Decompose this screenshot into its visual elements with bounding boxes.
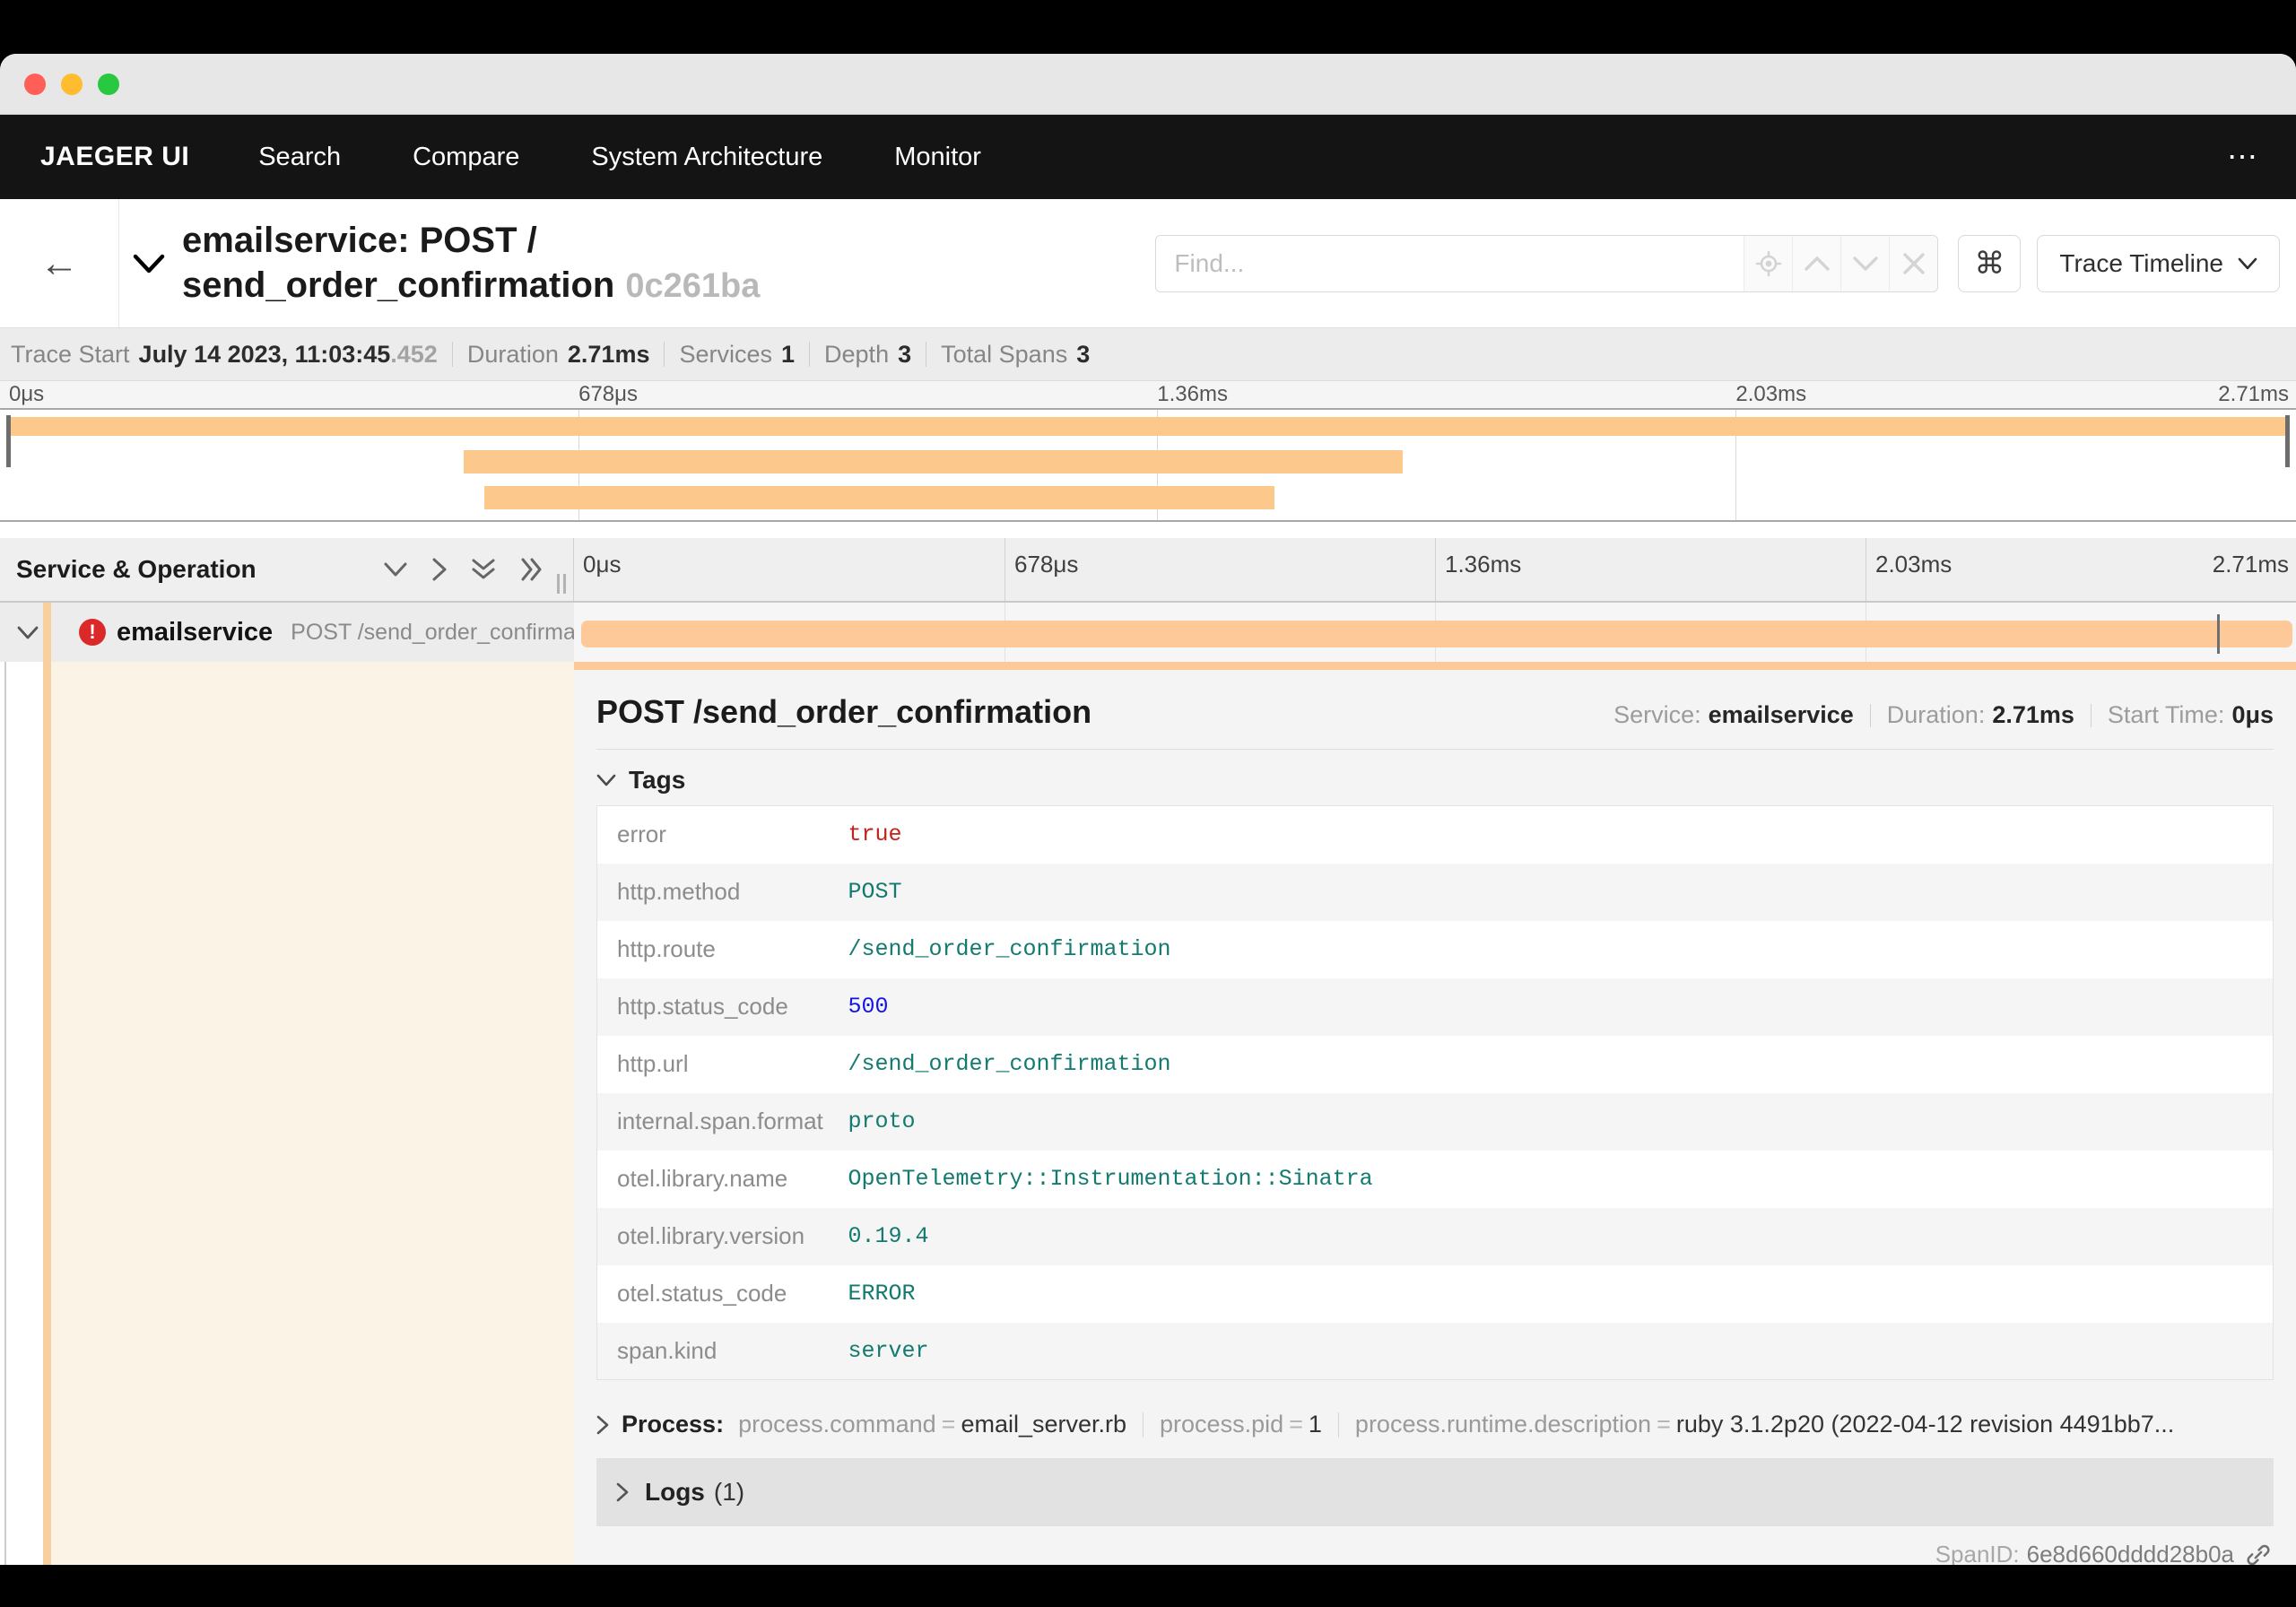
logs-section-toggle[interactable]: Logs (1) [596, 1458, 2274, 1526]
detail-duration-value: 2.71ms [1992, 701, 2074, 728]
chevron-down-icon [2238, 257, 2257, 269]
span-row[interactable]: ! emailservice POST /send_order_confirma… [0, 603, 2296, 662]
prev-result-icon[interactable] [1792, 235, 1841, 291]
detail-left-gutter [0, 662, 574, 1565]
start-time-label: Start Time: [2107, 701, 2225, 728]
nav-item-monitor[interactable]: Monitor [894, 143, 981, 172]
timeline-grid-header: Service & Operation 0μs 678μs 1.36ms 2.0… [0, 538, 2296, 603]
tag-row[interactable]: otel.library.version 0.19.4 [596, 1207, 2274, 1265]
minimize-window-button[interactable] [61, 73, 83, 95]
span-detail-card: POST /send_order_confirmation Service: e… [574, 670, 2296, 1565]
tag-row[interactable]: error true [597, 806, 2274, 864]
trace-minimap[interactable] [0, 408, 2296, 522]
window-titlebar [0, 54, 2296, 115]
timeline-ruler: 0μs 678μs 1.36ms 2.03ms 2.71ms [0, 381, 2296, 408]
app-window: JAEGER UI Search Compare System Architec… [0, 54, 2296, 1565]
deep-link-icon[interactable] [2245, 1542, 2272, 1566]
start-time-value: 0μs [2231, 701, 2274, 728]
range-handle-right[interactable] [2285, 415, 2290, 467]
tags-table: error true http.method POST http.route/sen… [596, 805, 2274, 1380]
trace-start-label: Trace Start [11, 340, 130, 368]
minimap-span-bar [484, 486, 1274, 509]
span-id-row: SpanID: 6e8d660dddd28b0a [596, 1541, 2274, 1565]
top-navbar: JAEGER UI Search Compare System Architec… [0, 115, 2296, 199]
service-label: Service: [1613, 701, 1701, 728]
tag-row[interactable]: otel.status_code ERROR [597, 1265, 2274, 1323]
trace-header: ← emailservice: POST / send_order_confir… [0, 199, 2296, 327]
span-indent-guide [43, 603, 51, 662]
detail-accent-bar [574, 662, 2296, 670]
clear-search-icon[interactable] [1889, 235, 1938, 291]
span-duration-bar[interactable] [580, 621, 2293, 647]
trace-start-value: July 14 2023, 11:03:45.452 [138, 340, 438, 368]
chevron-right-icon [616, 1482, 629, 1502]
tag-row[interactable]: span.kind server [596, 1322, 2274, 1380]
depth-label: Depth [824, 340, 890, 368]
error-icon: ! [79, 619, 106, 646]
span-id-value: 6e8d660dddd28b0a [2026, 1541, 2234, 1565]
minimap-span-bar [464, 450, 1404, 473]
chevron-right-icon [596, 1415, 609, 1434]
close-window-button[interactable] [24, 73, 46, 95]
nav-item-search[interactable]: Search [258, 143, 341, 172]
minimap-span-bar [6, 417, 2290, 436]
zoom-window-button[interactable] [98, 73, 119, 95]
nav-item-compare[interactable]: Compare [413, 143, 519, 172]
service-value: emailservice [1708, 701, 1854, 728]
span-service-name: emailservice [117, 617, 274, 647]
total-spans-label: Total Spans [941, 340, 1068, 368]
divider [596, 749, 2274, 750]
services-value: 1 [781, 340, 796, 368]
tag-row[interactable]: http.method POST [596, 863, 2274, 921]
nav-item-system-architecture[interactable]: System Architecture [591, 143, 822, 172]
page-title: emailservice: POST / send_order_confirma… [182, 221, 761, 305]
trace-summary-bar: Trace Start July 14 2023, 11:03:45.452 D… [0, 327, 2296, 381]
view-mode-select[interactable]: Trace Timeline [2037, 234, 2280, 292]
chevron-down-icon [596, 774, 616, 786]
tag-row[interactable]: http.route/send_order_confirmation [597, 921, 2274, 978]
range-handle-left[interactable] [6, 415, 11, 467]
span-indent-guide [43, 662, 51, 1565]
nav-overflow-menu-icon[interactable]: ⋯ [2227, 142, 2260, 172]
span-detail-row: POST /send_order_confirmation Service: e… [0, 662, 2296, 1565]
collapse-all-icon[interactable] [471, 557, 496, 582]
tag-row[interactable]: http.status_code 500 [596, 977, 2274, 1036]
tag-row[interactable]: http.url/send_order_confirmation [597, 1036, 2274, 1093]
collapse-children-chevron-icon[interactable] [16, 625, 39, 640]
tags-section-toggle[interactable]: Tags [596, 766, 2274, 795]
collapse-one-icon[interactable] [383, 561, 408, 578]
depth-value: 3 [898, 340, 912, 368]
detail-duration-label: Duration: [1886, 701, 1986, 728]
tag-row[interactable]: internal.span.format proto [596, 1092, 2274, 1151]
duration-value: 2.71ms [567, 340, 650, 368]
tag-row[interactable]: otel.library.name OpenTelemetry::Instrume… [597, 1151, 2274, 1208]
back-arrow-icon: ← [39, 240, 79, 285]
keyboard-shortcuts-button[interactable]: ⌘ [1958, 234, 2022, 292]
expand-one-icon[interactable] [431, 557, 448, 582]
span-log-marker[interactable] [2216, 614, 2220, 654]
next-result-icon[interactable] [1840, 235, 1890, 291]
spacer [0, 522, 2296, 538]
total-spans-value: 3 [1076, 340, 1091, 368]
command-key-icon: ⌘ [1974, 246, 2005, 281]
service-operation-header: Service & Operation [16, 555, 257, 583]
expand-all-icon[interactable] [519, 557, 544, 582]
span-id-label: SpanID: [1935, 1541, 2020, 1565]
locate-span-icon[interactable] [1744, 235, 1793, 291]
find-group [1155, 234, 1939, 292]
span-detail-title: POST /send_order_confirmation [596, 693, 1092, 730]
column-resizer-grip[interactable] [557, 574, 566, 594]
services-label: Services [679, 340, 772, 368]
back-button[interactable]: ← [0, 199, 119, 327]
trace-id: 0c261ba [625, 267, 761, 305]
collapse-trace-chevron-icon[interactable] [132, 252, 166, 275]
jaeger-logo[interactable]: JAEGER UI [40, 142, 189, 172]
process-section-toggle[interactable]: Process: process.command = email_server.rb… [596, 1411, 2274, 1438]
find-input[interactable] [1156, 235, 1744, 291]
span-operation-name: POST /send_order_confirmation [291, 619, 613, 645]
duration-label: Duration [466, 340, 559, 368]
